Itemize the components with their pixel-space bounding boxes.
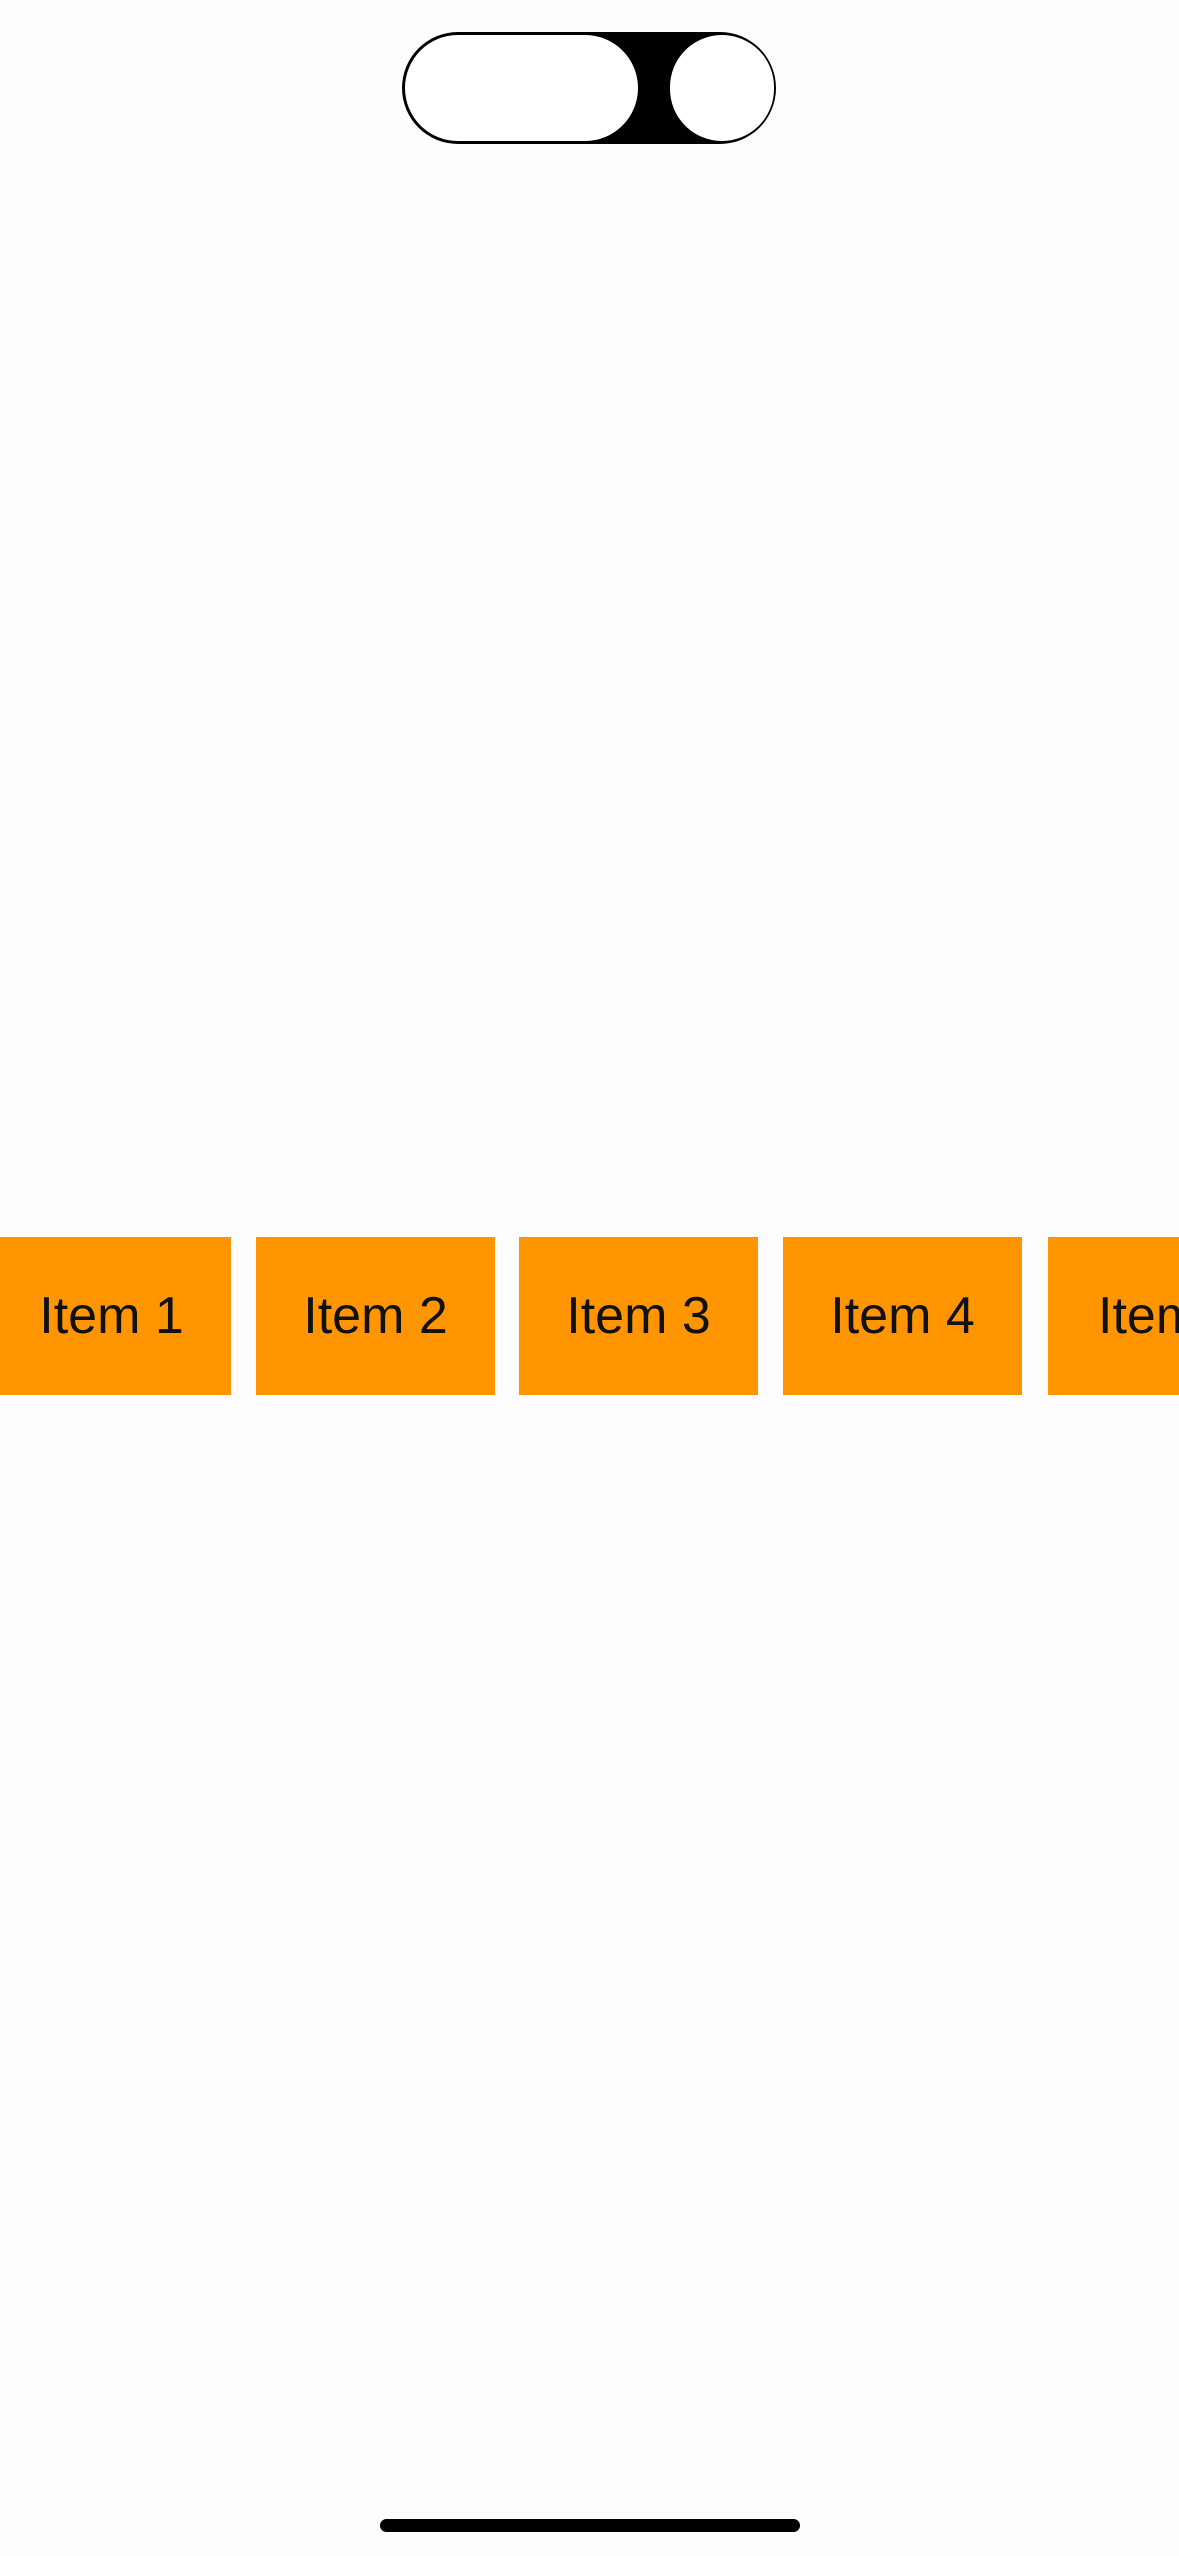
dynamic-island-camera-dot (670, 35, 774, 141)
list-item-label: Item 1 (39, 1287, 184, 1345)
home-indicator[interactable] (380, 2519, 800, 2532)
list-item-label: Item 4 (830, 1287, 975, 1345)
list-item[interactable]: Item 3 (519, 1237, 758, 1395)
list-item[interactable]: Item 5 (1048, 1237, 1179, 1395)
dynamic-island-left-pill (405, 35, 638, 141)
list-item-label: Item 5 (1098, 1287, 1179, 1345)
list-item-label: Item 3 (566, 1287, 711, 1345)
list-item[interactable]: Item 4 (783, 1237, 1022, 1395)
list-item[interactable]: Item 1 (0, 1237, 231, 1395)
horizontal-item-list[interactable]: Item 1 Item 2 Item 3 Item 4 Item 5 (0, 1237, 1179, 1395)
list-item-label: Item 2 (303, 1287, 448, 1345)
list-item[interactable]: Item 2 (256, 1237, 495, 1395)
